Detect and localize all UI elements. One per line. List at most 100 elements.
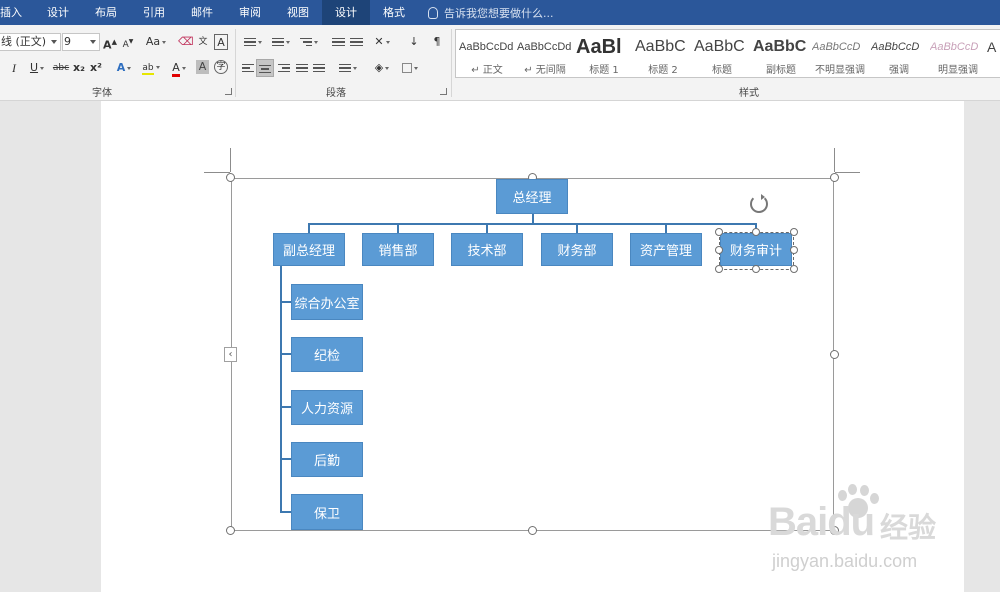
tell-me-search[interactable]: 告诉我您想要做什么... bbox=[428, 0, 554, 25]
chevron-down-icon bbox=[51, 40, 57, 44]
org-node-logistics[interactable]: 后勤 bbox=[291, 442, 363, 477]
style-heading-1[interactable]: AaBl 标题 1 bbox=[576, 33, 632, 76]
resize-handle[interactable] bbox=[790, 246, 798, 254]
connector-line bbox=[308, 223, 310, 233]
change-case-button[interactable]: Aa bbox=[144, 33, 168, 51]
tab-references[interactable]: 引用 bbox=[130, 0, 178, 25]
org-node-finance[interactable]: 财务部 bbox=[541, 233, 613, 266]
italic-button[interactable]: I bbox=[8, 59, 20, 77]
org-node-vice-gm[interactable]: 副总经理 bbox=[273, 233, 345, 266]
ribbon: 线 (正文) 9 A▲ A▼ Aa ⌫ 文 A I U abc x₂ x² A … bbox=[0, 25, 1000, 101]
style-subtle-emphasis[interactable]: AaBbCcD 不明显强调 bbox=[812, 33, 868, 76]
show-marks-button[interactable]: ¶ bbox=[430, 33, 444, 51]
resize-handle[interactable] bbox=[226, 173, 235, 182]
strikethrough-button[interactable]: abc bbox=[52, 59, 70, 77]
enclose-characters-button[interactable]: 字 bbox=[214, 60, 228, 74]
subscript-button[interactable]: x₂ bbox=[72, 59, 86, 77]
style-normal[interactable]: AaBbCcDd ↵ 正文 bbox=[459, 33, 515, 76]
borders-button[interactable] bbox=[398, 59, 422, 77]
shading-button[interactable]: ◈ bbox=[370, 59, 394, 77]
chinese-layout-button[interactable]: ✕ bbox=[370, 33, 394, 51]
rotate-handle-icon[interactable] bbox=[750, 194, 768, 213]
resize-handle[interactable] bbox=[752, 265, 760, 273]
org-node-sales[interactable]: 销售部 bbox=[362, 233, 434, 266]
resize-handle[interactable] bbox=[715, 265, 723, 273]
underline-button[interactable]: U bbox=[26, 59, 48, 77]
tab-smartart-design[interactable]: 设计 bbox=[322, 0, 370, 25]
paragraph-mark-icon: ¶ bbox=[433, 35, 441, 48]
sort-button[interactable]: ↓ bbox=[406, 33, 422, 51]
org-node-general-office[interactable]: 综合办公室 bbox=[291, 284, 363, 320]
clear-format-icon[interactable]: ⌫ bbox=[178, 33, 194, 51]
resize-handle[interactable] bbox=[528, 526, 537, 535]
shrink-font-button[interactable]: A▼ bbox=[121, 33, 135, 51]
style-name: 副标题 bbox=[766, 65, 796, 76]
tab-view[interactable]: 视图 bbox=[274, 0, 322, 25]
resize-handle[interactable] bbox=[830, 173, 839, 182]
superscript-button[interactable]: x² bbox=[89, 59, 103, 77]
tab-insert[interactable]: 插入 bbox=[0, 0, 34, 25]
italic-label: I bbox=[12, 61, 16, 75]
crop-mark bbox=[230, 148, 231, 172]
tab-mailings[interactable]: 邮件 bbox=[178, 0, 226, 25]
tell-me-placeholder: 告诉我您想要做什么... bbox=[444, 6, 554, 20]
align-center-button[interactable] bbox=[256, 59, 274, 77]
style-intense-emphasis[interactable]: AaBbCcD 明显强调 bbox=[930, 33, 986, 76]
font-name-combo[interactable]: 线 (正文) bbox=[0, 33, 61, 51]
node-label: 保卫 bbox=[313, 506, 340, 522]
style-title[interactable]: AaBbC 标题 bbox=[694, 33, 750, 76]
numbering-button[interactable] bbox=[268, 33, 294, 51]
style-subtitle[interactable]: AaBbC 副标题 bbox=[753, 33, 809, 76]
grow-font-button[interactable]: A▲ bbox=[103, 33, 117, 52]
resize-handle[interactable] bbox=[226, 526, 235, 535]
style-sample: AaBbCcD bbox=[871, 41, 920, 53]
text-pane-toggle[interactable]: ‹ bbox=[224, 347, 237, 362]
style-emphasis[interactable]: AaBbCcD 强调 bbox=[871, 33, 927, 76]
character-shading-button[interactable]: A bbox=[196, 60, 209, 74]
align-left-button[interactable] bbox=[240, 59, 256, 77]
tab-review[interactable]: 审阅 bbox=[226, 0, 274, 25]
multilevel-list-button[interactable] bbox=[296, 33, 322, 51]
watermark-url: jingyan.baidu.com bbox=[772, 551, 918, 571]
strikethrough-label: abc bbox=[52, 63, 70, 73]
text-effects-button[interactable]: A bbox=[113, 59, 135, 77]
resize-handle[interactable] bbox=[790, 228, 798, 236]
distribute-button[interactable] bbox=[311, 59, 327, 77]
resize-handle[interactable] bbox=[790, 265, 798, 273]
paragraph-group-label: 段落 bbox=[326, 88, 346, 99]
resize-handle[interactable] bbox=[715, 228, 723, 236]
font-size-combo[interactable]: 9 bbox=[62, 33, 100, 51]
font-dialog-launcher-icon[interactable] bbox=[225, 88, 232, 95]
font-group-label: 字体 bbox=[92, 88, 112, 99]
style-sample: AaBbC bbox=[635, 38, 686, 55]
highlight-button[interactable]: ab bbox=[140, 59, 162, 77]
org-node-tech[interactable]: 技术部 bbox=[451, 233, 523, 266]
line-spacing-button[interactable] bbox=[336, 59, 360, 77]
style-more[interactable]: A bbox=[987, 33, 1000, 76]
resize-handle[interactable] bbox=[752, 228, 760, 236]
increase-indent-button[interactable] bbox=[348, 33, 364, 51]
tab-layout[interactable]: 布局 bbox=[82, 0, 130, 25]
character-border-button[interactable]: A bbox=[214, 34, 228, 50]
org-node-root[interactable]: 总经理 bbox=[496, 179, 568, 214]
style-no-spacing[interactable]: AaBbCcDd ↵ 无间隔 bbox=[517, 33, 573, 76]
phonetic-guide-button[interactable]: 文 bbox=[196, 33, 210, 51]
org-node-security[interactable]: 保卫 bbox=[291, 494, 363, 530]
justify-button[interactable] bbox=[294, 59, 310, 77]
org-node-hr[interactable]: 人力资源 bbox=[291, 390, 363, 425]
tab-format[interactable]: 格式 bbox=[370, 0, 418, 25]
resize-handle[interactable] bbox=[830, 350, 839, 359]
connector-line bbox=[308, 223, 757, 225]
tab-design[interactable]: 设计 bbox=[34, 0, 82, 25]
paragraph-dialog-launcher-icon[interactable] bbox=[440, 88, 447, 95]
style-heading-2[interactable]: AaBbC 标题 2 bbox=[635, 33, 691, 76]
resize-handle[interactable] bbox=[715, 246, 723, 254]
bullets-button[interactable] bbox=[240, 33, 266, 51]
decrease-indent-button[interactable] bbox=[330, 33, 346, 51]
font-color-button[interactable]: A bbox=[168, 59, 190, 77]
align-right-button[interactable] bbox=[276, 59, 292, 77]
node-label: 综合办公室 bbox=[294, 296, 360, 312]
org-node-asset-management[interactable]: 资产管理 bbox=[630, 233, 702, 266]
style-sample: A bbox=[987, 39, 997, 55]
org-node-discipline[interactable]: 纪检 bbox=[291, 337, 363, 372]
